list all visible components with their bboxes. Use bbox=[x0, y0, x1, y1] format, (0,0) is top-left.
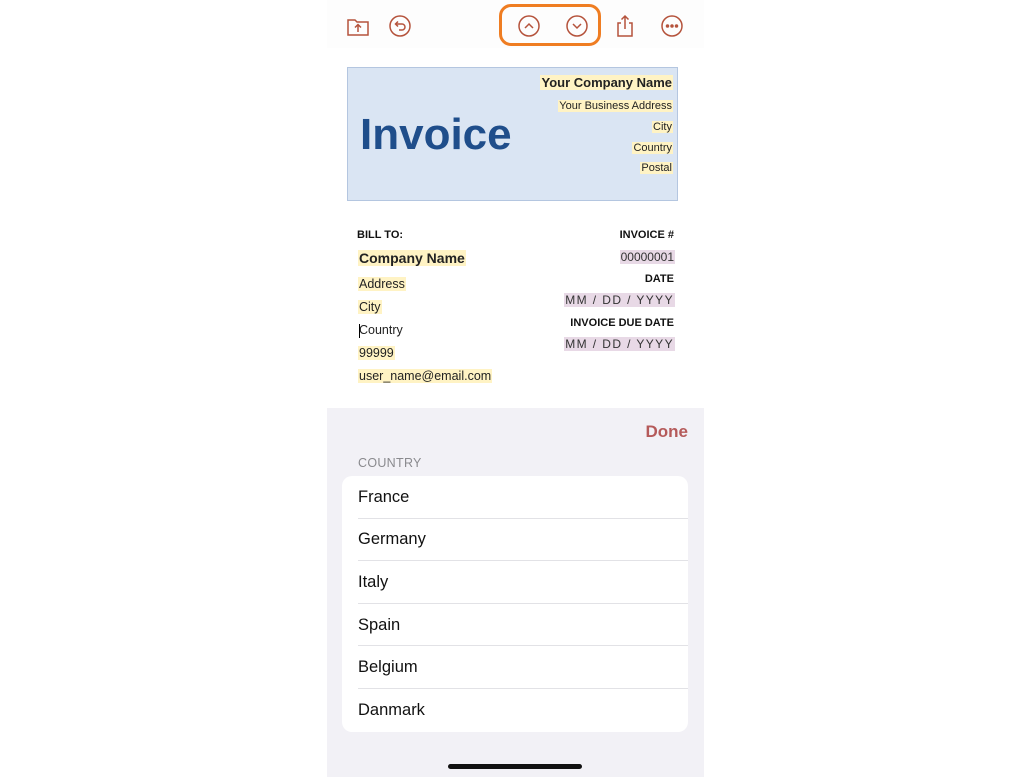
company-name[interactable]: Your Company Name bbox=[540, 75, 673, 90]
due-date-value[interactable]: MM / DD / YYYY bbox=[564, 337, 675, 351]
text-cursor bbox=[359, 324, 360, 338]
company-postal[interactable]: Postal bbox=[640, 162, 673, 174]
option-label: Italy bbox=[358, 572, 389, 591]
undo-icon[interactable] bbox=[387, 13, 413, 39]
country-option-italy[interactable]: Italy bbox=[342, 561, 688, 604]
date-label: DATE bbox=[644, 273, 674, 285]
country-option-danmark[interactable]: Danmark bbox=[342, 689, 688, 732]
option-label: Danmark bbox=[358, 700, 425, 719]
phone-screen: Invoice Your Company Name Your Business … bbox=[327, 0, 704, 777]
invoice-number[interactable]: 00000001 bbox=[619, 250, 675, 264]
option-label: Germany bbox=[358, 530, 426, 549]
company-address[interactable]: Your Business Address bbox=[558, 100, 673, 112]
bill-to-city[interactable]: City bbox=[358, 300, 382, 314]
country-option-germany[interactable]: Germany bbox=[342, 519, 688, 562]
due-date-label: INVOICE DUE DATE bbox=[570, 317, 674, 329]
country-option-spain[interactable]: Spain bbox=[342, 604, 688, 647]
folder-upload-icon[interactable] bbox=[345, 13, 371, 39]
option-label: Spain bbox=[358, 615, 401, 634]
country-option-france[interactable]: France bbox=[342, 476, 688, 519]
done-button[interactable]: Done bbox=[646, 422, 689, 442]
bill-to-email[interactable]: user_name@email.com bbox=[358, 369, 493, 383]
invoice-header: Invoice Your Company Name Your Business … bbox=[347, 67, 678, 201]
home-indicator[interactable] bbox=[448, 764, 582, 769]
option-label: Belgium bbox=[358, 658, 418, 677]
country-picker: Done COUNTRY France Germany Italy Spain … bbox=[327, 408, 704, 777]
nav-buttons-highlight bbox=[499, 4, 601, 46]
toolbar bbox=[327, 0, 704, 49]
bill-to-company[interactable]: Company Name bbox=[358, 250, 466, 266]
share-icon[interactable] bbox=[612, 13, 638, 39]
invoice-title: Invoice bbox=[360, 110, 512, 159]
invoice-number-label: INVOICE # bbox=[619, 229, 674, 241]
bill-to-country[interactable]: Country bbox=[358, 323, 404, 337]
country-list: France Germany Italy Spain Belgium Danma… bbox=[342, 476, 688, 732]
invoice-document: Invoice Your Company Name Your Business … bbox=[327, 48, 704, 408]
option-label: France bbox=[358, 487, 410, 506]
company-city[interactable]: City bbox=[652, 121, 673, 133]
picker-section-header: COUNTRY bbox=[358, 456, 422, 470]
more-icon[interactable] bbox=[659, 13, 685, 39]
date-value[interactable]: MM / DD / YYYY bbox=[564, 293, 675, 307]
bill-to-label: BILL TO: bbox=[357, 229, 404, 241]
bill-to-zip[interactable]: 99999 bbox=[358, 346, 395, 360]
country-option-belgium[interactable]: Belgium bbox=[342, 646, 688, 689]
company-country[interactable]: Country bbox=[632, 142, 673, 154]
bill-to-address[interactable]: Address bbox=[358, 277, 406, 291]
